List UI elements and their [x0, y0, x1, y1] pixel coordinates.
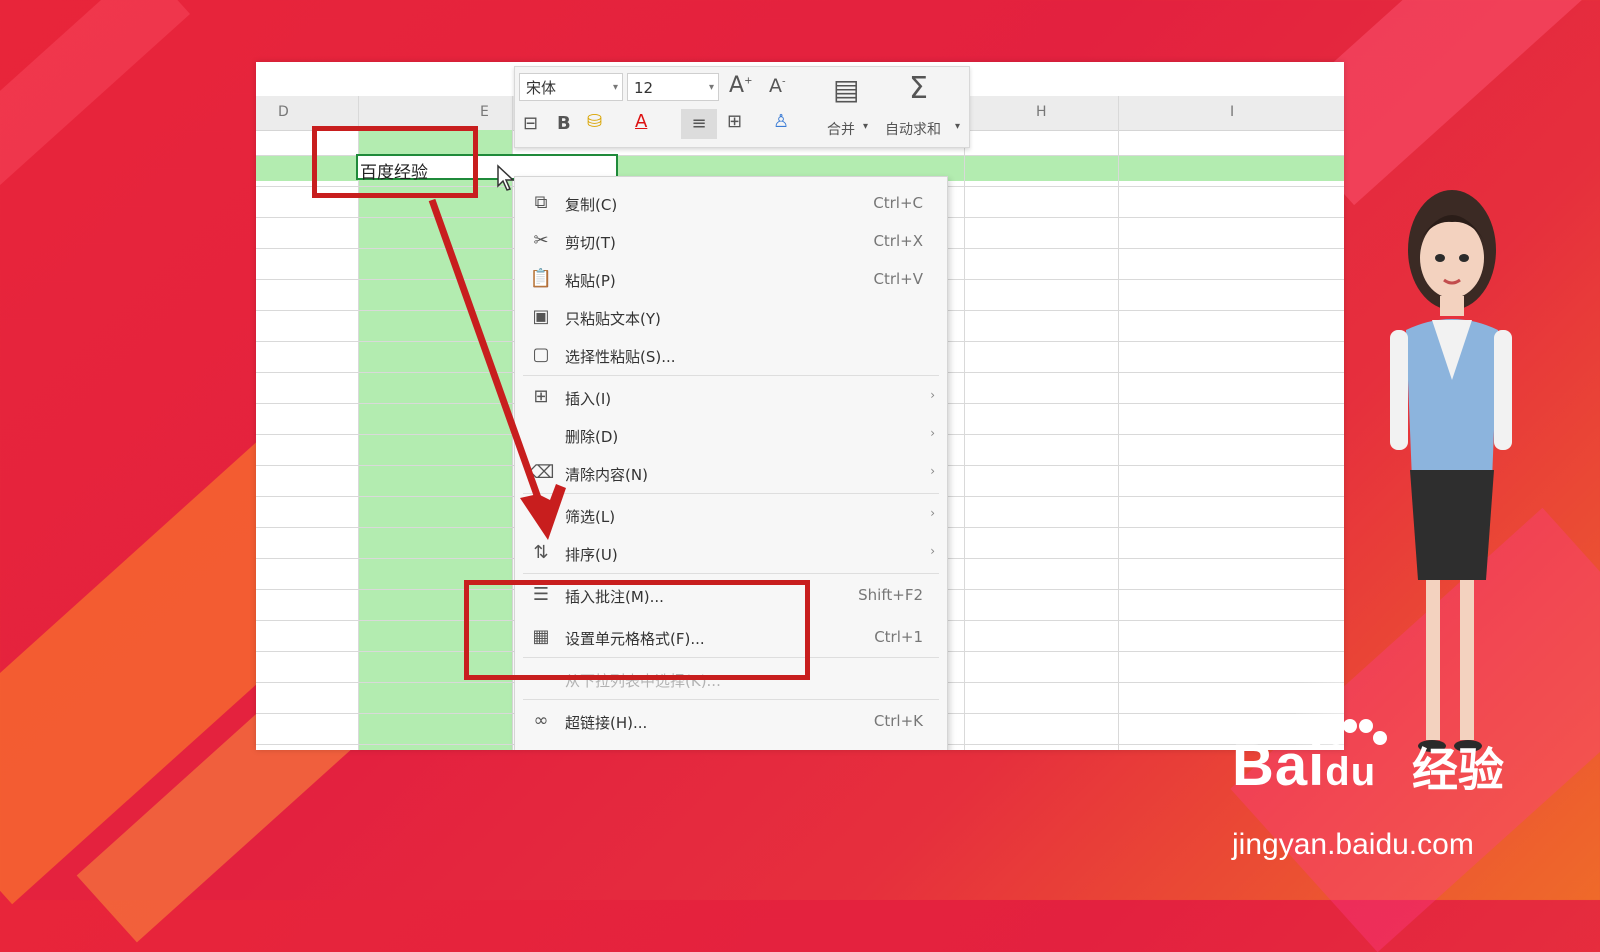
- link-icon: ∞: [533, 710, 549, 731]
- menu-separator: [523, 573, 939, 574]
- filter-icon: ⛛: [533, 504, 549, 525]
- copy-icon: ⧉: [534, 192, 548, 213]
- menu-item-label: 筛选(L): [565, 508, 616, 526]
- menu-item-5[interactable]: ▢ 选择性粘贴(S)...: [515, 337, 947, 373]
- font-size-value: 12: [634, 79, 654, 97]
- menu-item-1[interactable]: ⧉ 复制(C) Ctrl+C: [515, 185, 947, 221]
- chevron-down-icon: ▾: [612, 82, 618, 93]
- menu-separator: [523, 375, 939, 376]
- font-name-value: 宋体: [526, 79, 557, 97]
- menu-item-label: 选择性粘贴(S)...: [565, 348, 676, 366]
- increase-font-icon: A: [729, 73, 745, 98]
- fill-color-icon[interactable]: ⛁: [587, 111, 602, 132]
- mouse-cursor-icon: [497, 164, 515, 191]
- sigma-icon: Σ: [909, 71, 928, 106]
- decrease-font-button[interactable]: A-: [769, 75, 786, 97]
- grid-line: [1118, 96, 1119, 750]
- baidu-jingyan-logo: Baidu 经验: [1232, 719, 1572, 822]
- menu-item-label: 插入(I): [565, 390, 612, 408]
- menu-item-8[interactable]: ⌫ 清除内容(N) ›: [515, 455, 947, 491]
- autosum-button[interactable]: Σ 自动求和 ▾: [883, 71, 967, 143]
- logo-jingyan-text: 经验: [1412, 743, 1504, 797]
- annotation-box-format-cells: [464, 580, 810, 680]
- menu-item-shortcut: Ctrl+X: [873, 232, 923, 250]
- menu-item-9[interactable]: ⛛ 筛选(L) ›: [515, 497, 947, 533]
- logo-brand-text: Bai: [1232, 733, 1326, 798]
- merge-cells-icon: ▤: [833, 73, 860, 106]
- font-size-select[interactable]: 12 ▾: [627, 73, 719, 101]
- chevron-down-icon: ▾: [708, 82, 714, 93]
- menu-item-shortcut: Shift+F2: [858, 586, 923, 604]
- menu-item-2[interactable]: ✂ 剪切(T) Ctrl+X: [515, 223, 947, 259]
- menu-item-label: 清除内容(N): [565, 466, 648, 484]
- chevron-down-icon: ▾: [863, 121, 869, 132]
- align-center-icon[interactable]: ≡: [681, 109, 717, 139]
- grid-line: [964, 96, 965, 750]
- menu-item-label: 剪切(T): [565, 234, 616, 252]
- menu-item-10[interactable]: ⇅ 排序(U) ›: [515, 535, 947, 571]
- merge-button[interactable]: ▤ 合并 ▾: [819, 71, 879, 143]
- menu-item-shortcut: Ctrl+V: [873, 270, 923, 288]
- menu-item-label: 只粘贴文本(Y): [565, 310, 661, 328]
- logo-du-text: du: [1325, 750, 1377, 794]
- menu-item-label: 删除(D): [565, 428, 619, 446]
- menu-separator: [523, 493, 939, 494]
- menu-item-6[interactable]: ⊞ 插入(I) ›: [515, 379, 947, 415]
- menu-separator: [523, 699, 939, 700]
- menu-item-shortcut: Ctrl+K: [873, 712, 923, 730]
- increase-font-button[interactable]: A+: [729, 73, 752, 98]
- paw-icon: [1329, 719, 1387, 745]
- insert-icon: ⊞: [533, 386, 549, 407]
- scissors-icon: ✂: [533, 230, 549, 251]
- menu-item-label: 复制(C): [565, 196, 618, 214]
- format-painter-icon[interactable]: ♙: [773, 111, 789, 132]
- menu-item-label: 排序(U): [565, 546, 618, 564]
- font-color-button[interactable]: A: [635, 111, 647, 132]
- column-i-header[interactable]: I: [1230, 104, 1234, 120]
- submenu-arrow-icon: ›: [930, 464, 935, 478]
- autosum-label: 自动求和: [885, 122, 941, 138]
- merge-label: 合并: [827, 122, 855, 138]
- eraser-icon: ⌫: [529, 462, 555, 483]
- font-name-select[interactable]: 宋体 ▾: [519, 73, 623, 101]
- annotation-box-cell: [312, 126, 478, 198]
- floating-format-toolbar: 宋体 ▾ 12 ▾ A+ A- ⊟ B ⛁ A ≡ ⊞ ♙ ▤ 合并 ▾ Σ 自…: [514, 66, 970, 148]
- logo-url: jingyan.baidu.com: [1232, 828, 1474, 861]
- column-h-header[interactable]: H: [1036, 104, 1047, 120]
- menu-item-14[interactable]: ∞ 超链接(H)... Ctrl+K: [515, 703, 947, 739]
- menu-item-4[interactable]: ▣ 只粘贴文本(Y): [515, 299, 947, 335]
- submenu-arrow-icon: ›: [930, 426, 935, 440]
- border-icon[interactable]: ⊞: [727, 111, 742, 132]
- menu-item-7[interactable]: 删除(D) ›: [515, 417, 947, 453]
- menu-item-label: 粘贴(P): [565, 272, 616, 290]
- sort-icon: ⇅: [533, 542, 549, 563]
- menu-item-3[interactable]: 📋 粘贴(P) Ctrl+V: [515, 261, 947, 297]
- decrease-font-icon: A: [769, 75, 782, 97]
- chevron-down-icon: ▾: [955, 121, 961, 132]
- paste-special-icon: ▢: [532, 344, 550, 365]
- column-e-header[interactable]: E: [480, 104, 489, 120]
- submenu-arrow-icon: ›: [930, 544, 935, 558]
- submenu-arrow-icon: ›: [930, 388, 935, 402]
- submenu-arrow-icon: ›: [930, 506, 935, 520]
- paste-text-icon: ▣: [532, 306, 550, 327]
- wrap-text-icon[interactable]: ⊟: [523, 113, 538, 134]
- menu-item-shortcut: Ctrl+C: [873, 194, 923, 212]
- menu-item-shortcut: Ctrl+1: [874, 628, 923, 646]
- bold-button[interactable]: B: [557, 113, 571, 134]
- menu-item-label: 超链接(H)...: [565, 714, 648, 732]
- column-d-header[interactable]: D: [278, 104, 289, 120]
- presenter-avatar: [1390, 190, 1512, 752]
- paste-icon: 📋: [529, 268, 553, 289]
